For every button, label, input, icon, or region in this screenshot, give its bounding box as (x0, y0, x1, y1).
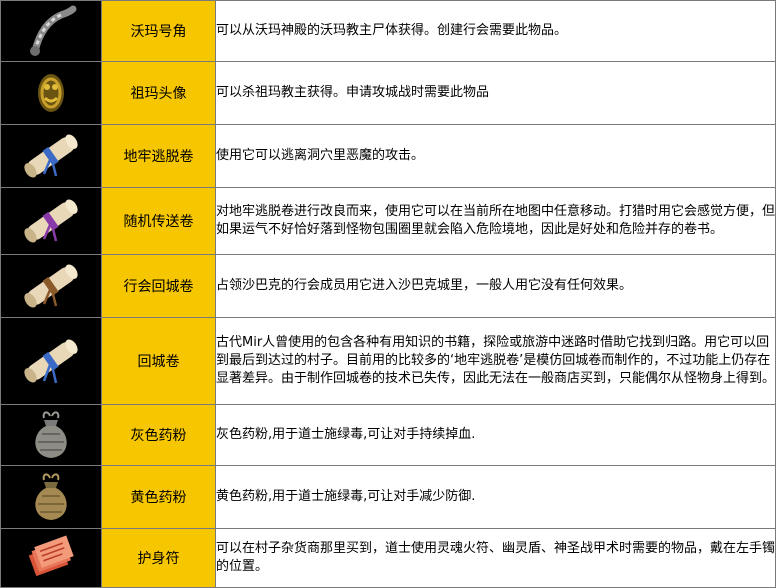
item-description: 黄色药粉,用于道士施绿毒,可让对手减少防御. (215, 465, 776, 529)
amulet-icon (1, 529, 101, 587)
item-name: 灰色药粉 (101, 404, 216, 466)
item-icon-cell (0, 317, 102, 405)
scroll-icon-blue (1, 125, 101, 187)
item-name: 随机传送卷 (101, 187, 216, 255)
item-row: 护身符 可以在村子杂货商那里买到，道士使用灵魂火符、幽灵盾、神圣战甲术时需要的物品… (0, 528, 776, 588)
item-icon-cell (0, 254, 102, 318)
item-name: 地牢逃脱卷 (101, 124, 216, 188)
grey-powder-bag-icon (1, 405, 101, 465)
item-description: 占领沙巴克的行会成员用它进入沙巴克城里，一般人用它没有任何效果。 (215, 254, 776, 318)
item-row: 沃玛号角 可以从沃玛神殿的沃玛教主尸体获得。创建行会需要此物品。 (0, 0, 776, 62)
item-icon-cell (0, 61, 102, 125)
item-description: 对地牢逃脱卷进行改良而来，使用它可以在当前所在地图中任意移动。打猎时用它会感觉方… (215, 187, 776, 255)
item-row: 黄色药粉 黄色药粉,用于道士施绿毒,可让对手减少防御. (0, 465, 776, 529)
item-description: 可以杀祖玛教主获得。申请攻城战时需要此物品 (215, 61, 776, 125)
item-description: 可以从沃玛神殿的沃玛教主尸体获得。创建行会需要此物品。 (215, 0, 776, 62)
item-icon-cell (0, 187, 102, 255)
item-name: 沃玛号角 (101, 0, 216, 62)
item-name: 护身符 (101, 528, 216, 588)
item-row: 祖玛头像 可以杀祖玛教主获得。申请攻城战时需要此物品 (0, 61, 776, 125)
item-icon-cell (0, 528, 102, 588)
scroll-icon-brown (1, 255, 101, 317)
item-row: 随机传送卷 对地牢逃脱卷进行改良而来，使用它可以在当前所在地图中任意移动。打猎时用… (0, 187, 776, 255)
item-description: 灰色药粉,用于道士施绿毒,可让对手持续掉血. (215, 404, 776, 466)
item-row: 回城卷 古代Mir人曾使用的包含各种有用知识的书籍，探险或旅游中迷路时借助它找到归… (0, 317, 776, 405)
scroll-icon-blue-2 (1, 318, 101, 404)
horn-icon (1, 1, 101, 61)
item-description: 使用它可以逃离洞穴里恶魔的攻击。 (215, 124, 776, 188)
scroll-icon-purple (1, 188, 101, 254)
item-name: 黄色药粉 (101, 465, 216, 529)
item-description: 可以在村子杂货商那里买到，道士使用灵魂火符、幽灵盾、神圣战甲术时需要的物品，戴在… (215, 528, 776, 588)
item-name: 祖玛头像 (101, 61, 216, 125)
items-table-body: 沃玛号角 可以从沃玛神殿的沃玛教主尸体获得。创建行会需要此物品。 祖玛头像 可以杀祖玛… (0, 0, 776, 588)
item-icon-cell (0, 124, 102, 188)
zuma-idol-icon (1, 62, 101, 124)
item-row: 行会回城卷 占领沙巴克的行会成员用它进入沙巴克城里，一般人用它没有任何效果。 (0, 254, 776, 318)
item-icon-cell (0, 465, 102, 529)
item-icon-cell (0, 0, 102, 62)
item-name: 回城卷 (101, 317, 216, 405)
item-row: 灰色药粉 灰色药粉,用于道士施绿毒,可让对手持续掉血. (0, 404, 776, 466)
items-table: 沃玛号角 可以从沃玛神殿的沃玛教主尸体获得。创建行会需要此物品。 祖玛头像 可以杀祖玛… (0, 0, 776, 588)
item-icon-cell (0, 404, 102, 466)
item-row: 地牢逃脱卷 使用它可以逃离洞穴里恶魔的攻击。 (0, 124, 776, 188)
yellow-powder-bag-icon (1, 466, 101, 528)
item-name: 行会回城卷 (101, 254, 216, 318)
item-description: 古代Mir人曾使用的包含各种有用知识的书籍，探险或旅游中迷路时借助它找到归路。用… (215, 317, 776, 405)
